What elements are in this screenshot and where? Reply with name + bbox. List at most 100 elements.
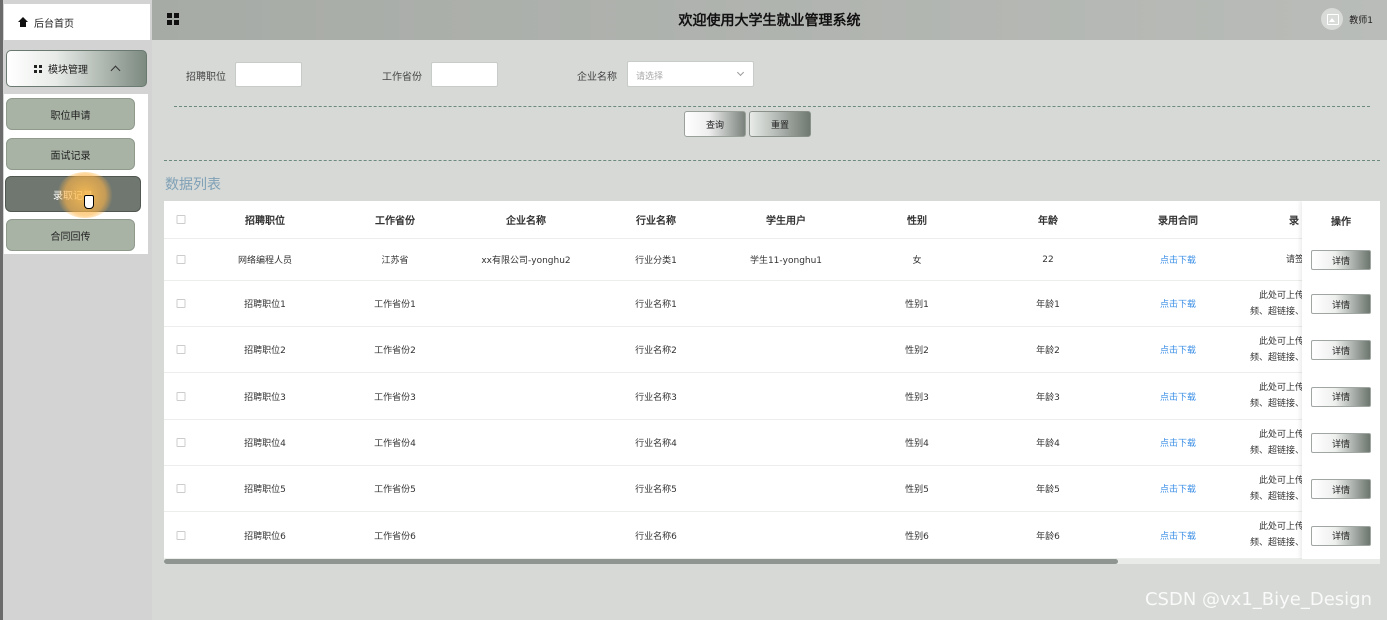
reset-button[interactable]: 重置 <box>749 111 811 137</box>
detail-button[interactable]: 详情 <box>1311 250 1371 270</box>
table-cell-province: 工作省份5 <box>374 485 416 495</box>
table-cell-age: 年龄2 <box>1036 346 1060 356</box>
table-cell-admission-notes: 此处可上传 频、超链接、 <box>1216 373 1304 419</box>
row-checkbox[interactable] <box>176 255 186 264</box>
detail-button[interactable]: 详情 <box>1311 479 1371 499</box>
download-link[interactable]: 点击下载 <box>1160 239 1196 280</box>
table-cell-position: 招聘职位2 <box>244 346 286 356</box>
column-header[interactable]: 录 <box>1289 201 1299 238</box>
scrollbar-thumb[interactable] <box>164 559 1118 564</box>
table-cell-gender: 女 <box>912 256 922 266</box>
column-header[interactable]: 行业名称 <box>636 201 676 238</box>
row-checkbox[interactable] <box>176 345 186 354</box>
province-input[interactable] <box>431 62 498 87</box>
table-cell-student: 学生11-yonghu1 <box>749 256 823 266</box>
row-checkbox[interactable] <box>176 391 186 401</box>
table-cell-position: 招聘职位5 <box>244 485 286 495</box>
column-header[interactable]: 性别 <box>907 201 927 238</box>
detail-button[interactable]: 详情 <box>1311 386 1371 407</box>
cell-text-line: 频、超链接、 <box>1249 306 1304 317</box>
cell-text-line: 频、超链接、 <box>1249 445 1304 456</box>
table-row: 招聘职位1 工作省份1 行业名称1 性别1 年龄1 点击下载 此处可上传 频、超链接、 <box>164 281 1380 327</box>
sidebar-item-label: 职位申请 <box>50 110 91 122</box>
table-cell-age: 年龄5 <box>1036 485 1060 495</box>
sidebar-item-label: 面试记录 <box>50 150 91 162</box>
table-cell-province: 工作省份3 <box>374 392 416 403</box>
table-cell-industry: 行业名称6 <box>635 531 677 542</box>
data-table: 招聘职位 工作省份 企业名称 行业名称 学生用户 性别 年龄 录用合同 录 网络… <box>164 201 1380 559</box>
download-link[interactable]: 点击下载 <box>1160 373 1196 419</box>
sidebar <box>0 0 152 620</box>
sidebar-item-admission-records[interactable]: 录取记录 <box>5 176 141 212</box>
detail-button[interactable]: 详情 <box>1311 294 1371 314</box>
row-checkbox[interactable] <box>176 438 186 447</box>
table-cell-gender: 性别2 <box>905 346 929 356</box>
home-icon <box>18 17 28 27</box>
cell-text-line: 频、超链接、 <box>1249 399 1304 409</box>
column-header[interactable]: 学生用户 <box>766 201 806 238</box>
column-header[interactable]: 工作省份 <box>375 201 415 238</box>
sidebar-item-job-application[interactable]: 职位申请 <box>6 98 135 130</box>
table-cell-age: 年龄1 <box>1036 300 1060 310</box>
row-checkbox[interactable] <box>176 484 186 493</box>
column-header: 操作 <box>1331 216 1351 228</box>
home-link[interactable]: 后台首页 <box>4 4 150 40</box>
top-header: 欢迎使用大学生就业管理系统 教师1 <box>152 0 1387 40</box>
row-checkbox[interactable] <box>176 530 186 540</box>
hand-cursor-icon <box>84 195 94 209</box>
table-cell-age: 22 <box>1042 254 1054 265</box>
table-cell-position: 招聘职位3 <box>244 392 286 403</box>
cell-text-line: 此处可上传 <box>1258 475 1304 486</box>
table-cell-industry: 行业名称2 <box>635 346 677 356</box>
company-select-placeholder: 请选择 <box>636 72 664 82</box>
detail-button[interactable]: 详情 <box>1311 340 1371 360</box>
detail-button[interactable]: 详情 <box>1311 433 1371 453</box>
page-title: 欢迎使用大学生就业管理系统 <box>678 13 861 29</box>
cell-text-line: 此处可上传 <box>1258 522 1304 532</box>
table-cell-age: 年龄4 <box>1036 439 1060 449</box>
table-cell-gender: 性别1 <box>905 300 929 310</box>
table-cell-province: 工作省份4 <box>374 439 416 449</box>
table-cell-position: 招聘职位4 <box>244 439 286 449</box>
user-menu[interactable]: 教师1 <box>1321 8 1373 30</box>
table-cell-province: 工作省份6 <box>374 531 416 542</box>
table-cell-gender: 性别3 <box>905 392 929 403</box>
table-cell-province: 工作省份1 <box>374 300 416 310</box>
company-select[interactable]: 请选择 <box>627 61 754 87</box>
divider <box>174 106 1370 107</box>
column-header[interactable]: 年龄 <box>1038 201 1058 238</box>
grid-icon <box>34 64 42 73</box>
sidebar-item-contract-return[interactable]: 合同回传 <box>6 219 135 251</box>
province-filter-label: 工作省份 <box>382 72 422 83</box>
download-link[interactable]: 点击下载 <box>1160 512 1196 558</box>
download-link[interactable]: 点击下载 <box>1160 420 1196 465</box>
table-cell-industry: 行业名称5 <box>635 485 677 495</box>
table-cell-gender: 性别4 <box>905 439 929 449</box>
column-header[interactable]: 招聘职位 <box>245 201 285 238</box>
table-row: 招聘职位6 工作省份6 行业名称6 性别6 年龄6 点击下载 此处可上传 频、超链接、 <box>164 512 1380 559</box>
table-cell-industry: 行业分类1 <box>635 256 677 266</box>
query-button[interactable]: 查询 <box>684 111 746 137</box>
download-link[interactable]: 点击下载 <box>1160 327 1196 372</box>
detail-button[interactable]: 详情 <box>1311 525 1371 546</box>
module-menu-toggle[interactable]: 模块管理 <box>6 50 147 87</box>
row-checkbox[interactable] <box>176 299 186 308</box>
user-name: 教师1 <box>1349 15 1373 26</box>
table-row: 网络编程人员 江苏省 xx有限公司-yonghu2 行业分类1 学生11-yonghu1… <box>164 239 1380 281</box>
horizontal-scrollbar[interactable] <box>164 559 1380 564</box>
sidebar-item-interview-records[interactable]: 面试记录 <box>6 138 135 170</box>
position-input[interactable] <box>235 62 302 87</box>
column-header[interactable]: 企业名称 <box>506 201 546 238</box>
table-cell-industry: 行业名称4 <box>635 439 677 449</box>
table-cell-industry: 行业名称3 <box>635 392 677 403</box>
watermark: CSDN @vx1_Biye_Design <box>1144 589 1372 610</box>
list-title: 数据列表 <box>165 177 221 193</box>
table-cell-gender: 性别6 <box>905 531 929 542</box>
table-row: 招聘职位5 工作省份5 行业名称5 性别5 年龄5 点击下载 此处可上传 频、超链接、 <box>164 466 1380 512</box>
download-link[interactable]: 点击下载 <box>1160 281 1196 326</box>
download-link[interactable]: 点击下载 <box>1160 466 1196 511</box>
table-cell-admission-notes: 此处可上传 频、超链接、 <box>1216 420 1304 465</box>
select-all-checkbox[interactable] <box>176 215 186 224</box>
cell-text-line: 此处可上传 <box>1258 336 1304 347</box>
column-header[interactable]: 录用合同 <box>1158 201 1198 238</box>
